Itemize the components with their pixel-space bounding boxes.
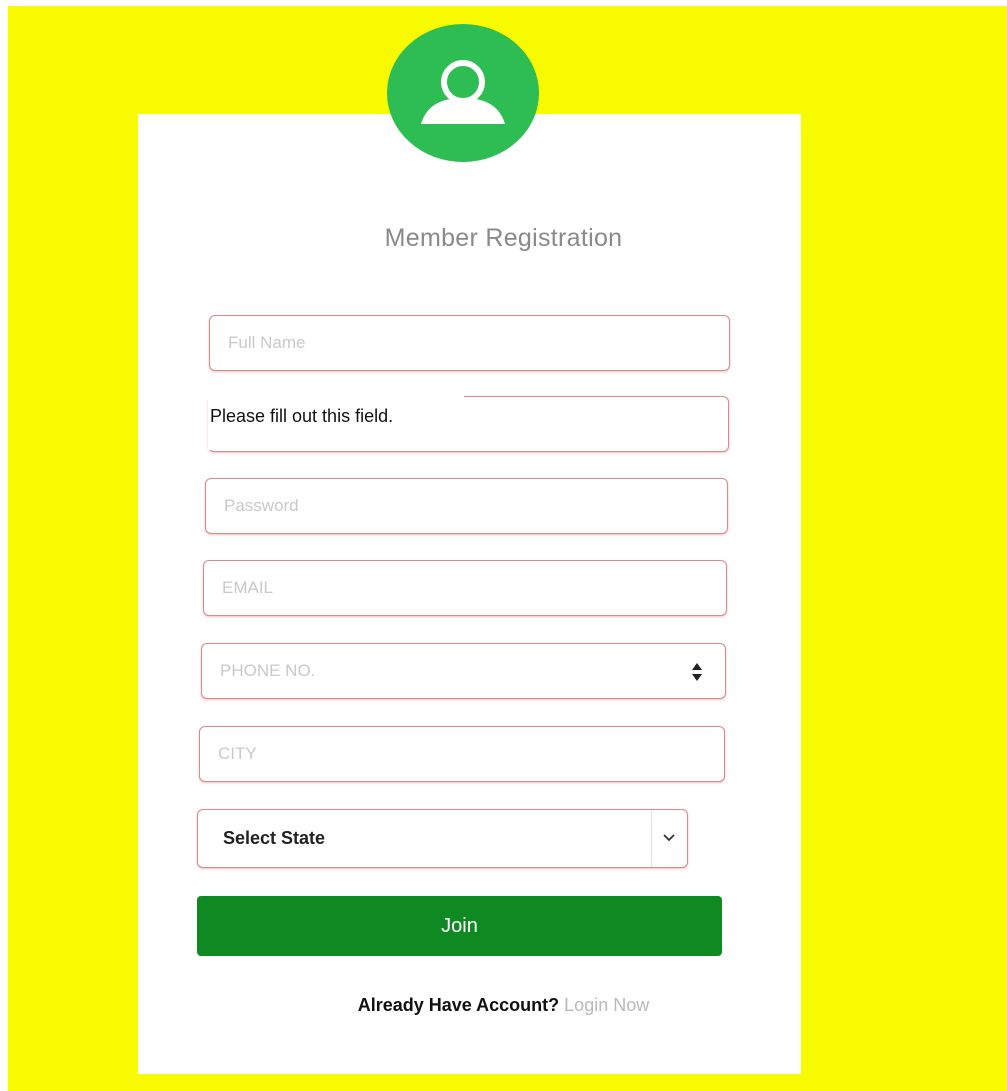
- user-icon-svg: [421, 60, 505, 124]
- login-now-link[interactable]: Login Now: [564, 995, 649, 1015]
- password-input[interactable]: [206, 479, 727, 533]
- phone-input[interactable]: [202, 644, 725, 698]
- full-name-field[interactable]: [209, 315, 730, 371]
- phone-field[interactable]: [201, 643, 726, 699]
- full-name-input[interactable]: [210, 316, 729, 370]
- password-field[interactable]: [205, 478, 728, 534]
- account-question: Already Have Account?: [357, 995, 560, 1015]
- user-icon: [387, 24, 539, 162]
- join-button[interactable]: Join: [197, 896, 722, 956]
- select-divider: [651, 810, 652, 867]
- login-prompt: Already Have Account? Login Now: [0, 995, 1007, 1016]
- form-title: Member Registration: [384, 224, 623, 252]
- state-select[interactable]: Select State: [197, 809, 688, 868]
- email-input[interactable]: [204, 561, 726, 615]
- email-field[interactable]: [203, 560, 727, 616]
- city-input[interactable]: [200, 727, 724, 781]
- spinner-arrows-icon[interactable]: [691, 660, 703, 684]
- state-select-value: Select State: [223, 828, 326, 848]
- city-field[interactable]: [199, 726, 725, 782]
- chevron-down-icon[interactable]: [661, 832, 677, 844]
- validation-tooltip: Please fill out this field.: [208, 394, 464, 450]
